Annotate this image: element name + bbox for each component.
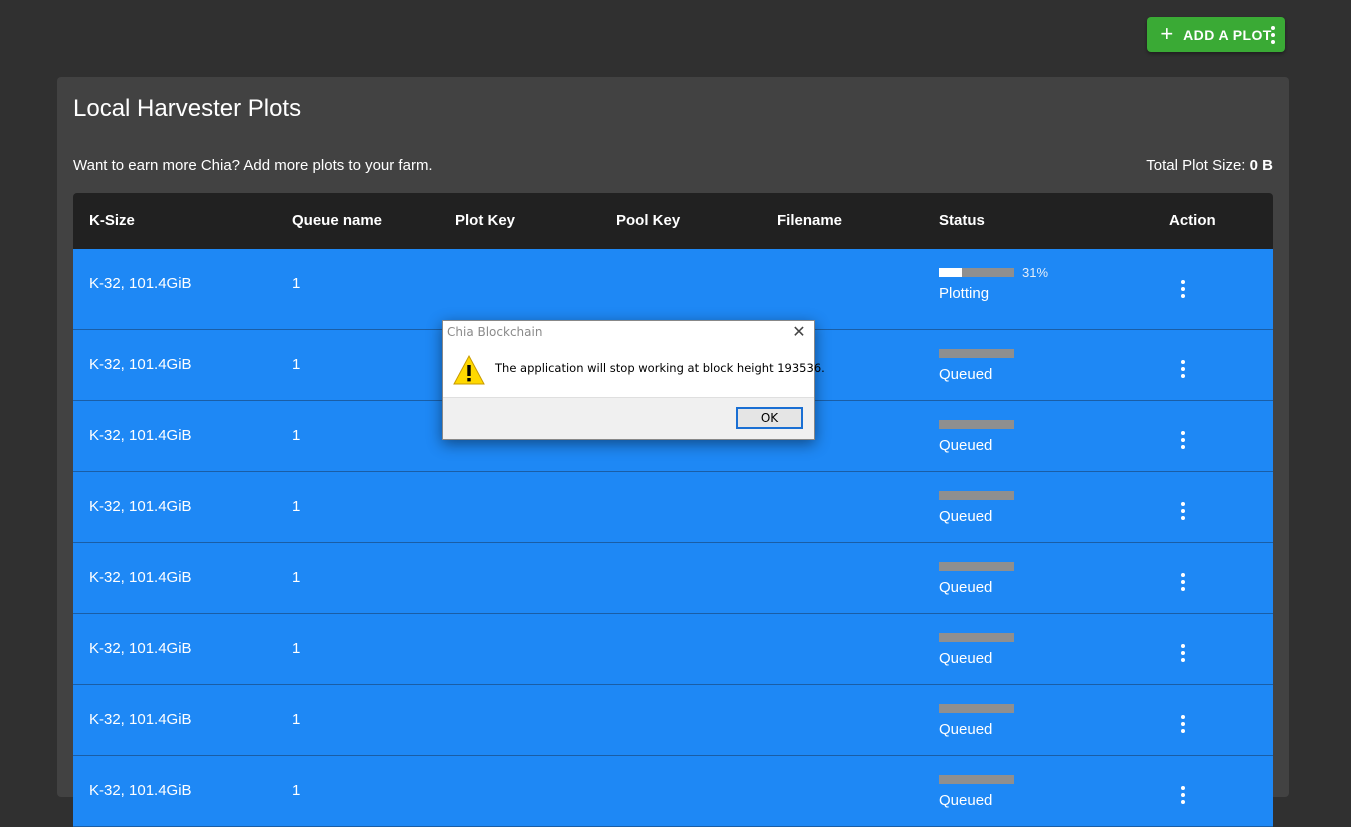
- close-icon[interactable]: ✕: [790, 323, 808, 341]
- cell-queue-name: 1: [292, 640, 301, 657]
- cell-status: Queued: [939, 699, 1022, 738]
- total-plot-size-label: Total Plot Size:: [1146, 157, 1246, 174]
- progress-percent: 31%: [1022, 264, 1049, 280]
- progress-bar: [939, 774, 1014, 784]
- table-row: K-32, 101.4GiB 1 31% Plotting: [73, 249, 1273, 330]
- cell-ksize: K-32, 101.4GiB: [89, 275, 192, 292]
- table-row: K-32, 101.4GiB 1 Queued: [73, 472, 1273, 543]
- cell-queue-name: 1: [292, 427, 301, 444]
- progress-fill: [939, 267, 963, 277]
- progress-line: 31%: [939, 263, 1048, 281]
- row-actions-icon[interactable]: [1176, 360, 1190, 378]
- cell-status: 31% Plotting: [939, 263, 1048, 302]
- row-actions-icon[interactable]: [1176, 431, 1190, 449]
- cell-queue-name: 1: [292, 711, 301, 728]
- cell-ksize: K-32, 101.4GiB: [89, 356, 192, 373]
- row-actions-icon[interactable]: [1176, 644, 1190, 662]
- row-actions-icon[interactable]: [1176, 280, 1190, 298]
- status-text: Queued: [939, 792, 993, 809]
- status-text: Queued: [939, 650, 993, 667]
- row-actions-icon[interactable]: [1176, 786, 1190, 804]
- total-plot-size-value: 0 B: [1249, 157, 1273, 174]
- progress-line: [939, 415, 1022, 433]
- status-text: Plotting: [939, 285, 990, 302]
- status-text: Queued: [939, 366, 993, 383]
- table-row: K-32, 101.4GiB 1 Queued: [73, 685, 1273, 756]
- header-pool-key: Pool Key: [616, 212, 681, 229]
- status-text: Queued: [939, 437, 993, 454]
- cell-ksize: K-32, 101.4GiB: [89, 711, 192, 728]
- status-text: Queued: [939, 721, 993, 738]
- status-text: Queued: [939, 508, 993, 525]
- ok-button[interactable]: OK: [736, 407, 803, 429]
- add-plot-label: ADD A PLOT: [1183, 26, 1272, 43]
- cell-ksize: K-32, 101.4GiB: [89, 569, 192, 586]
- cell-status: Queued: [939, 770, 1022, 809]
- table-header: K-Size Queue name Plot Key Pool Key File…: [73, 193, 1273, 249]
- cell-status: Queued: [939, 557, 1022, 596]
- progress-bar: [939, 490, 1014, 500]
- cell-queue-name: 1: [292, 569, 301, 586]
- cell-queue-name: 1: [292, 782, 301, 799]
- cell-queue-name: 1: [292, 275, 301, 292]
- progress-bar: [939, 267, 1014, 277]
- dialog-footer: OK: [443, 397, 814, 439]
- more-vert-icon[interactable]: [1266, 26, 1280, 44]
- progress-line: [939, 699, 1022, 717]
- cell-queue-name: 1: [292, 498, 301, 515]
- dialog-message: The application will stop working at blo…: [495, 361, 825, 375]
- header-ksize: K-Size: [89, 212, 135, 229]
- cell-ksize: K-32, 101.4GiB: [89, 782, 192, 799]
- top-toolbar: + ADD A PLOT: [1147, 17, 1285, 52]
- cell-status: Queued: [939, 415, 1022, 454]
- progress-line: [939, 770, 1022, 788]
- progress-bar: [939, 561, 1014, 571]
- cell-status: Queued: [939, 344, 1022, 383]
- cell-ksize: K-32, 101.4GiB: [89, 498, 192, 515]
- plus-icon: +: [1160, 20, 1174, 46]
- progress-bar: [939, 348, 1014, 358]
- header-filename: Filename: [777, 212, 843, 229]
- table-row: K-32, 101.4GiB 1 Queued: [73, 756, 1273, 827]
- total-plot-size: Total Plot Size: 0 B: [1146, 157, 1273, 174]
- header-action: Action: [1169, 212, 1216, 229]
- header-status: Status: [939, 212, 985, 229]
- plots-table: K-Size Queue name Plot Key Pool Key File…: [73, 193, 1273, 827]
- cell-ksize: K-32, 101.4GiB: [89, 427, 192, 444]
- dialog-title: Chia Blockchain: [447, 325, 543, 339]
- progress-line: [939, 344, 1022, 362]
- cell-ksize: K-32, 101.4GiB: [89, 640, 192, 657]
- table-row: K-32, 101.4GiB 1 Queued: [73, 543, 1273, 614]
- status-text: Queued: [939, 579, 993, 596]
- progress-line: [939, 628, 1022, 646]
- progress-line: [939, 486, 1022, 504]
- cell-queue-name: 1: [292, 356, 301, 373]
- header-queue-name: Queue name: [292, 212, 383, 229]
- progress-bar: [939, 703, 1014, 713]
- row-actions-icon[interactable]: [1176, 573, 1190, 591]
- alert-dialog: Chia Blockchain ✕ The application will s…: [442, 320, 825, 440]
- progress-bar: [939, 419, 1014, 429]
- cell-status: Queued: [939, 628, 1022, 667]
- row-actions-icon[interactable]: [1176, 502, 1190, 520]
- row-actions-icon[interactable]: [1176, 715, 1190, 733]
- warning-icon: [453, 354, 485, 385]
- progress-line: [939, 557, 1022, 575]
- card-subtitle: Want to earn more Chia? Add more plots t…: [73, 157, 433, 174]
- card-title: Local Harvester Plots: [73, 95, 302, 122]
- add-plot-button[interactable]: + ADD A PLOT: [1147, 17, 1285, 52]
- table-row: K-32, 101.4GiB 1 Queued: [73, 614, 1273, 685]
- header-plot-key: Plot Key: [455, 212, 516, 229]
- progress-bar: [939, 632, 1014, 642]
- cell-status: Queued: [939, 486, 1022, 525]
